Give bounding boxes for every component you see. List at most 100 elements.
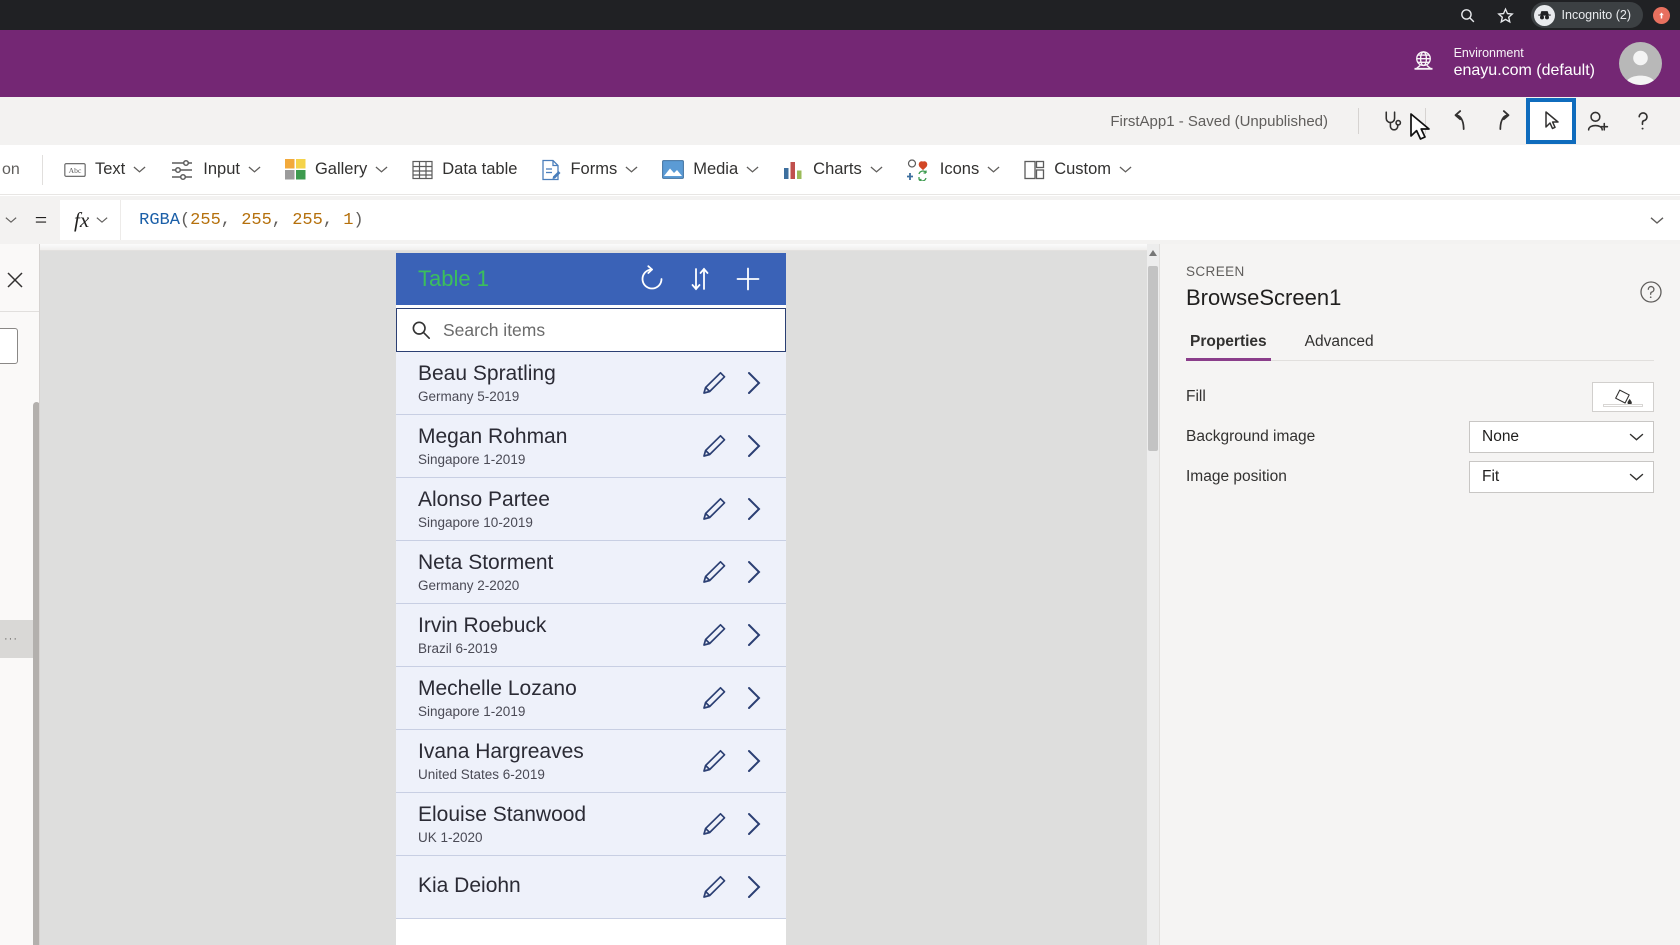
text-abc-icon: Abc — [64, 161, 86, 179]
list-item[interactable]: Irvin Roebuck Brazil 6-2019 — [396, 604, 786, 667]
custom-blocks-icon — [1024, 160, 1045, 180]
item-chevron-right-icon[interactable] — [736, 622, 772, 648]
tab-advanced[interactable]: Advanced — [1301, 333, 1378, 360]
share-button[interactable] — [1574, 100, 1620, 142]
list-item[interactable]: Elouise Stanwood UK 1-2020 — [396, 793, 786, 856]
user-avatar-icon[interactable] — [1619, 42, 1662, 85]
ribbon-item-input[interactable]: Input — [158, 150, 273, 190]
search-placeholder: Search items — [443, 319, 546, 340]
chevron-down-icon — [1119, 161, 1132, 179]
ribbon-item-custom[interactable]: Custom — [1012, 150, 1144, 190]
item-chevron-right-icon[interactable] — [736, 370, 772, 396]
tree-view-panel: ··· — [0, 244, 40, 945]
bookmark-star-icon[interactable] — [1492, 1, 1520, 29]
environment-selector[interactable]: Environment enayu.com (default) — [1410, 46, 1595, 82]
edit-pencil-icon[interactable] — [692, 683, 736, 713]
canvas-scroll-thumb[interactable] — [1148, 266, 1158, 451]
item-chevron-right-icon[interactable] — [736, 559, 772, 585]
formula-arg-1: 255 — [190, 210, 221, 230]
gallery-preview[interactable]: Table 1 Search items Beau Spratling Germ… — [396, 253, 786, 945]
ribbon-item-data-table[interactable]: Data table — [400, 150, 529, 190]
gallery-grid-icon — [284, 159, 306, 180]
item-chevron-right-icon[interactable] — [736, 748, 772, 774]
page-title: BrowseScreen1 — [1186, 285, 1342, 310]
fill-color-button[interactable] — [1592, 382, 1654, 412]
item-name: Kia Deiohn — [418, 873, 521, 897]
item-chevron-right-icon[interactable] — [736, 874, 772, 900]
item-subtitle: United States 6-2019 — [418, 766, 545, 782]
edit-pencil-icon[interactable] — [692, 557, 736, 587]
charts-bar-icon — [783, 160, 804, 180]
tree-scrollbar[interactable] — [33, 402, 39, 945]
fx-button[interactable]: fx — [60, 200, 122, 240]
screen-thumbnail[interactable] — [0, 328, 18, 364]
edit-pencil-icon[interactable] — [692, 620, 736, 650]
ribbon-item-media[interactable]: Media — [650, 150, 771, 190]
tab-properties[interactable]: Properties — [1186, 333, 1271, 361]
ribbon-label-input: Input — [203, 160, 240, 178]
tree-item-dots: ··· — [4, 633, 18, 645]
search-input[interactable]: Search items — [396, 308, 786, 352]
formula-expand-chevron-icon[interactable] — [1634, 200, 1680, 240]
edit-pencil-icon[interactable] — [692, 494, 736, 524]
item-chevron-right-icon[interactable] — [736, 685, 772, 711]
media-image-icon — [662, 160, 685, 179]
property-rows: Fill Background image None Image positio… — [1186, 361, 1654, 497]
chevron-down-icon — [987, 161, 1000, 179]
formula-close-paren: ) — [353, 210, 364, 230]
list-item[interactable]: Ivana Hargreaves United States 6-2019 — [396, 730, 786, 793]
help-button[interactable] — [1620, 100, 1666, 142]
background-image-select[interactable]: None — [1469, 421, 1654, 453]
property-label-background-image: Background image — [1186, 428, 1316, 445]
item-name: Elouise Stanwood — [418, 803, 587, 827]
ribbon-partial-label[interactable]: on — [0, 161, 38, 179]
undo-button[interactable] — [1436, 100, 1482, 142]
app-checker-button[interactable] — [1369, 100, 1415, 142]
item-chevron-right-icon[interactable] — [736, 811, 772, 837]
list-item[interactable]: Alonso Partee Singapore 10-2019 — [396, 478, 786, 541]
select-tool-button[interactable] — [1526, 98, 1576, 144]
forms-document-icon — [541, 159, 561, 181]
ribbon-label-text: Text — [95, 160, 126, 178]
edit-pencil-icon[interactable] — [692, 431, 736, 461]
item-subtitle: Singapore 1-2019 — [418, 451, 526, 467]
help-circle-icon[interactable] — [1639, 280, 1663, 304]
property-row-fill: Fill — [1186, 377, 1654, 417]
formula-function-name: RGBA — [139, 210, 180, 230]
formula-input[interactable]: RGBA(255, 255, 255, 1) — [121, 200, 1634, 240]
environment-name: enayu.com (default) — [1453, 62, 1595, 80]
close-x-icon[interactable] — [0, 266, 30, 294]
refresh-icon[interactable] — [628, 255, 676, 303]
edit-pencil-icon[interactable] — [692, 368, 736, 398]
chevron-down-icon — [746, 161, 759, 179]
incognito-indicator[interactable]: Incognito (2) — [1530, 2, 1643, 28]
sort-icon[interactable] — [676, 255, 724, 303]
edit-pencil-icon[interactable] — [692, 809, 736, 839]
list-item[interactable]: Mechelle Lozano Singapore 1-2019 — [396, 667, 786, 730]
ribbon-item-charts[interactable]: Charts — [771, 150, 895, 190]
incognito-icon — [1533, 4, 1555, 26]
item-chevron-right-icon[interactable] — [736, 496, 772, 522]
redo-button[interactable] — [1482, 100, 1528, 142]
scroll-up-arrow-icon[interactable] — [1147, 247, 1159, 259]
ribbon-item-gallery[interactable]: Gallery — [273, 150, 400, 190]
ribbon-item-text[interactable]: Abc Text — [52, 150, 158, 190]
chrome-menu-dot[interactable] — [1653, 6, 1670, 24]
edit-pencil-icon[interactable] — [692, 872, 736, 902]
ribbon-item-forms[interactable]: Forms — [529, 150, 650, 190]
image-position-select[interactable]: Fit — [1469, 461, 1654, 493]
item-subtitle: Germany 5-2019 — [418, 388, 520, 404]
list-item[interactable]: Neta Storment Germany 2-2020 — [396, 541, 786, 604]
formula-arg-3: 255 — [292, 210, 323, 230]
list-item[interactable]: Beau Spratling Germany 5-2019 — [396, 352, 786, 415]
environment-globe-icon — [1410, 48, 1437, 80]
search-zoom-icon[interactable] — [1454, 1, 1482, 29]
list-item[interactable]: Kia Deiohn — [396, 856, 786, 919]
formula-arg-4: 1 — [343, 210, 354, 230]
list-item[interactable]: Megan Rohman Singapore 1-2019 — [396, 415, 786, 478]
ribbon-item-icons[interactable]: Icons — [895, 150, 1012, 190]
add-item-icon[interactable] — [724, 255, 772, 303]
edit-pencil-icon[interactable] — [692, 746, 736, 776]
property-dropdown-chevron-icon[interactable] — [0, 216, 22, 224]
item-chevron-right-icon[interactable] — [736, 433, 772, 459]
